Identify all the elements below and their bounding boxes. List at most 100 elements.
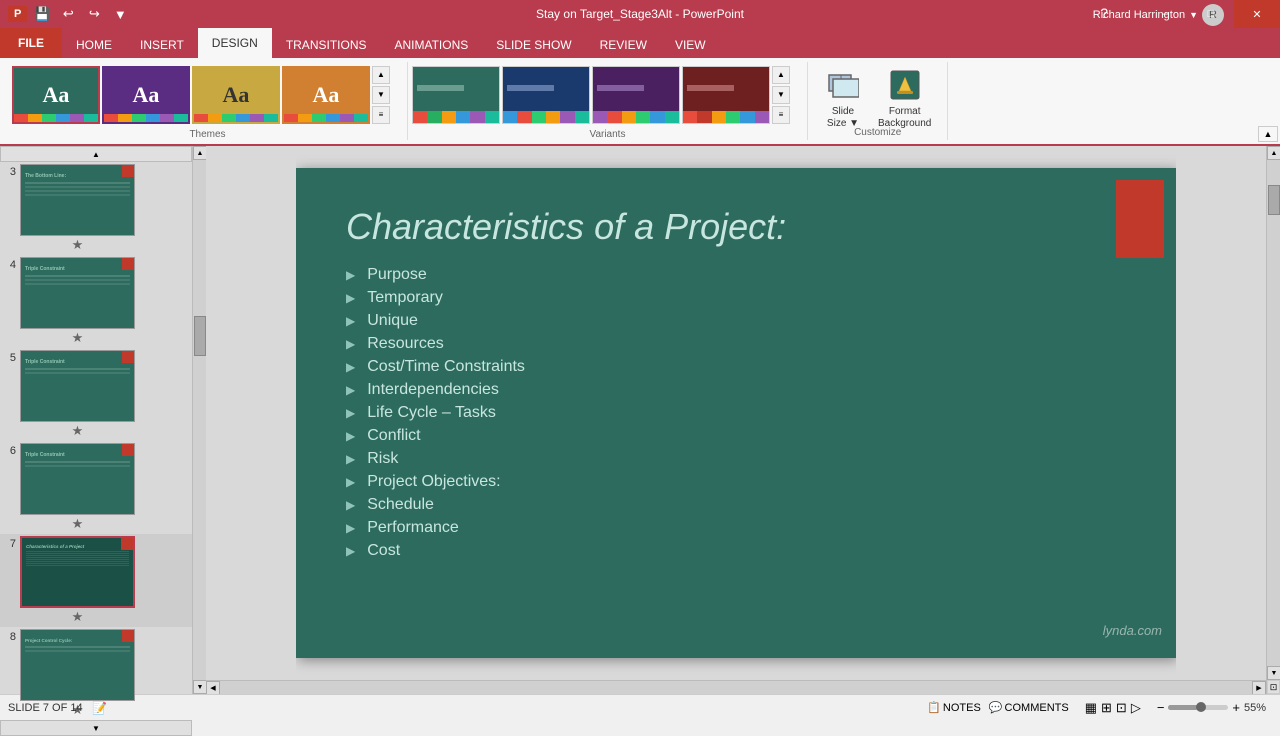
slide-star-7: ★ <box>72 609 84 625</box>
right-scrollbar-track[interactable] <box>1267 160 1280 666</box>
h-scroll-track[interactable] <box>220 681 1252 695</box>
right-scrollbar-up[interactable]: ▲ <box>1267 146 1280 160</box>
slideshow-button[interactable]: ▷ <box>1131 700 1141 716</box>
slide-thumb-8: Project Control Cycle: <box>20 629 135 701</box>
reading-view-button[interactable]: ⊡ <box>1116 700 1127 716</box>
format-background-icon <box>886 66 924 104</box>
customize-quick-access-button[interactable]: ▼ <box>109 3 131 25</box>
variants-scroll-down[interactable]: ▼ <box>772 86 790 104</box>
slide-size-button[interactable]: SlideSize ▼ <box>824 66 862 130</box>
themes-row: Aa Aa Aa Aa <box>12 62 403 127</box>
slide-thumb-5: Triple Constraint <box>20 350 135 422</box>
slide-item-5[interactable]: 5 Triple Constraint ★ <box>0 348 192 441</box>
slide-number-7: 7 <box>2 538 16 550</box>
zoom-in-button[interactable]: + <box>1232 700 1240 715</box>
panel-scrollbar-down[interactable]: ▼ <box>193 680 207 694</box>
panel-scrollbar-up[interactable]: ▲ <box>193 146 207 160</box>
save-button[interactable]: 💾 <box>31 3 53 25</box>
slide-number-5: 5 <box>2 352 16 364</box>
collapse-ribbon-button[interactable]: ▲ <box>1258 126 1278 142</box>
variants-label: Variants <box>412 129 803 140</box>
panel-scroll-down[interactable]: ▼ <box>0 720 192 736</box>
slide-item-4[interactable]: 4 Triple Constraint ★ <box>0 255 192 348</box>
help-button[interactable]: ? <box>1100 5 1108 21</box>
slide-star-5: ★ <box>72 423 84 439</box>
themes-scroll: ▲ ▼ ≡ <box>372 66 390 124</box>
slide-sorter-button[interactable]: ⊞ <box>1101 700 1112 716</box>
redo-button[interactable]: ↪ <box>83 3 105 25</box>
variants-more[interactable]: ≡ <box>772 106 790 124</box>
variant-item-4[interactable] <box>682 66 770 124</box>
bullet-project-objectives: ▶ Project Objectives: <box>346 473 1126 491</box>
horizontal-scrollbar: ◀ ▶ <box>206 680 1266 694</box>
slide-title: Characteristics of a Project: <box>296 168 1176 258</box>
zoom-slider[interactable] <box>1168 705 1228 710</box>
bullet-arrow-2: ▶ <box>346 291 355 305</box>
slide-notes-toggle[interactable]: 📝 <box>91 699 109 717</box>
tab-insert[interactable]: INSERT <box>126 32 198 58</box>
tab-design[interactable]: DESIGN <box>198 28 272 58</box>
tab-view[interactable]: VIEW <box>661 32 720 58</box>
variant-item-2[interactable] <box>502 66 590 124</box>
themes-more[interactable]: ≡ <box>372 106 390 124</box>
notes-button[interactable]: 📋 NOTES <box>927 701 981 714</box>
h-scroll-right[interactable]: ▶ <box>1252 681 1266 695</box>
panel-scrollbar: ▲ ▼ <box>192 146 206 694</box>
zoom-level: 55% <box>1244 702 1272 714</box>
variants-scroll-up[interactable]: ▲ <box>772 66 790 84</box>
ribbon-tabs: FILE HOME INSERT DESIGN TRANSITIONS ANIM… <box>0 28 1280 58</box>
theme-label-2: Aa <box>133 82 160 108</box>
minimize-button[interactable]: – <box>1142 0 1188 28</box>
resize-handle[interactable]: ⊡ <box>1267 680 1280 694</box>
theme-item-4[interactable]: Aa <box>282 66 370 124</box>
main-area: ▲ 3 The Bottom Line: ★ 4 <box>0 146 1280 694</box>
tab-file[interactable]: FILE <box>0 28 62 58</box>
zoom-slider-thumb[interactable] <box>1196 702 1206 712</box>
theme-item-3[interactable]: Aa <box>192 66 280 124</box>
bullet-temporary: ▶ Temporary <box>346 289 1126 307</box>
bullet-arrow-9: ▶ <box>346 452 355 466</box>
bullet-schedule: ▶ Schedule <box>346 496 1126 514</box>
tab-animations[interactable]: ANIMATIONS <box>380 32 482 58</box>
bullet-cost-time: ▶ Cost/Time Constraints <box>346 358 1126 376</box>
theme-item-2[interactable]: Aa <box>102 66 190 124</box>
tab-slideshow[interactable]: SLIDE SHOW <box>482 32 585 58</box>
theme-item-1[interactable]: Aa <box>12 66 100 124</box>
slide-item-3[interactable]: 3 The Bottom Line: ★ <box>0 162 192 255</box>
slide-item-6[interactable]: 6 Triple Constraint ★ <box>0 441 192 534</box>
panel-scrollbar-thumb[interactable] <box>194 316 206 356</box>
tab-home[interactable]: HOME <box>62 32 126 58</box>
window-title: Stay on Target_Stage3Alt - PowerPoint <box>536 7 744 21</box>
zoom-out-button[interactable]: − <box>1157 700 1165 715</box>
slide-thumb-6: Triple Constraint <box>20 443 135 515</box>
right-scrollbar: ▲ ▼ ⊡ <box>1266 146 1280 694</box>
slide-number-6: 6 <box>2 445 16 457</box>
panel-scrollbar-track[interactable] <box>193 160 207 680</box>
bullet-arrow-8: ▶ <box>346 429 355 443</box>
notes-label: NOTES <box>943 702 981 714</box>
slide-item-7[interactable]: 7 Characteristics of a Project <box>0 534 192 627</box>
themes-scroll-up[interactable]: ▲ <box>372 66 390 84</box>
undo-button[interactable]: ↩ <box>57 3 79 25</box>
zoom-control: − + 55% <box>1157 700 1272 715</box>
tab-transitions[interactable]: TRANSITIONS <box>272 32 381 58</box>
variant-item-3[interactable] <box>592 66 680 124</box>
status-right: 📋 NOTES 💬 COMMENTS ▦ ⊞ ⊡ ▷ − + 55% <box>927 700 1272 716</box>
variant-item-1[interactable] <box>412 66 500 124</box>
h-scroll-left[interactable]: ◀ <box>206 681 220 695</box>
panel-scroll-up[interactable]: ▲ <box>0 146 192 162</box>
normal-view-button[interactable]: ▦ <box>1085 700 1097 716</box>
right-scrollbar-thumb[interactable] <box>1268 185 1280 215</box>
comments-label: COMMENTS <box>1005 702 1069 714</box>
right-scrollbar-down[interactable]: ▼ <box>1267 666 1280 680</box>
themes-scroll-down[interactable]: ▼ <box>372 86 390 104</box>
maximize-button[interactable]: □ <box>1188 0 1234 28</box>
customize-buttons: SlideSize ▼ FormatBackground <box>824 66 931 130</box>
app-icon[interactable]: P <box>8 6 27 22</box>
format-background-button[interactable]: FormatBackground <box>878 66 931 130</box>
tab-review[interactable]: REVIEW <box>586 32 661 58</box>
close-button[interactable]: ✕ <box>1234 0 1280 28</box>
slide-canvas[interactable]: Characteristics of a Project: ▶ Purpose … <box>296 168 1176 658</box>
customize-group: SlideSize ▼ FormatBackground Customize <box>808 62 948 140</box>
comments-button[interactable]: 💬 COMMENTS <box>989 701 1069 714</box>
